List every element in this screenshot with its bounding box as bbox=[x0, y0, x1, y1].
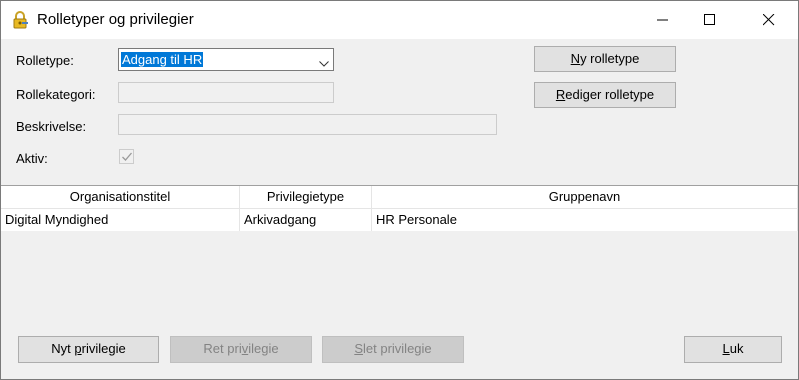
close-button[interactable] bbox=[746, 1, 792, 39]
column-header-privilegietype[interactable]: Privilegietype bbox=[240, 186, 372, 209]
beskrivelse-label: Beskrivelse: bbox=[16, 119, 87, 134]
title-bar[interactable]: Rolletyper og privilegier bbox=[1, 1, 798, 39]
rollekategori-field bbox=[118, 82, 334, 103]
cell-organisationstitel: Digital Myndighed bbox=[1, 209, 240, 231]
table-header: Organisationstitel Privilegietype Gruppe… bbox=[1, 186, 798, 209]
nyt-privilegie-button[interactable]: Nyt privilegie bbox=[18, 336, 159, 363]
cell-privilegietype: Arkivadgang bbox=[240, 209, 372, 231]
aktiv-label: Aktiv: bbox=[16, 151, 48, 166]
minimize-icon bbox=[657, 19, 668, 21]
rolletype-label: Rolletype: bbox=[16, 53, 74, 68]
rolletype-combobox[interactable]: Adgang til HR bbox=[118, 48, 334, 71]
key-lock-icon bbox=[11, 11, 29, 29]
beskrivelse-field bbox=[118, 114, 497, 135]
slet-privilegie-button[interactable]: Slet privilegie bbox=[322, 336, 464, 363]
column-header-gruppenavn[interactable]: Gruppenavn bbox=[372, 186, 798, 209]
column-header-organisationstitel[interactable]: Organisationstitel bbox=[1, 186, 240, 209]
checkmark-icon bbox=[122, 152, 132, 161]
ny-rolletype-button[interactable]: Ny rolletype bbox=[534, 46, 676, 72]
window-title: Rolletyper og privilegier bbox=[37, 11, 194, 28]
rediger-rolletype-button[interactable]: Rediger rolletype bbox=[534, 82, 676, 108]
dialog-window: Rolletyper og privilegier Rolletype: Adg… bbox=[0, 0, 799, 380]
cell-gruppenavn: HR Personale bbox=[372, 209, 798, 231]
rollekategori-label: Rollekategori: bbox=[16, 87, 96, 102]
rolletype-selected-value: Adgang til HR bbox=[121, 52, 204, 67]
privilege-table[interactable]: Organisationstitel Privilegietype Gruppe… bbox=[1, 185, 798, 318]
maximize-button[interactable] bbox=[687, 1, 733, 39]
ret-privilegie-button[interactable]: Ret privilegie bbox=[170, 336, 312, 363]
maximize-icon bbox=[704, 14, 715, 25]
aktiv-checkbox bbox=[119, 149, 134, 164]
close-icon bbox=[763, 14, 775, 26]
chevron-down-icon bbox=[319, 56, 329, 71]
luk-button[interactable]: Luk bbox=[684, 336, 782, 363]
table-row[interactable]: Digital Myndighed Arkivadgang HR Persona… bbox=[1, 209, 798, 231]
minimize-button[interactable] bbox=[640, 1, 686, 39]
